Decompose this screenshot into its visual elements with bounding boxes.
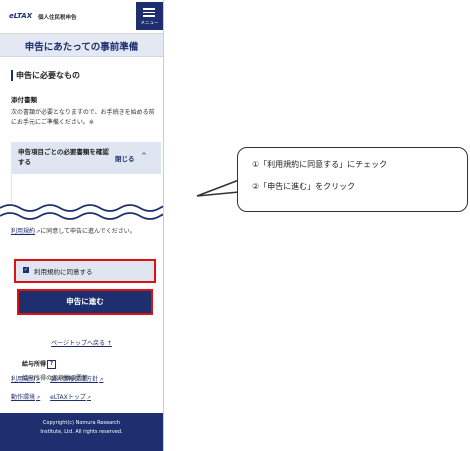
copyright-footer: Copyright(c) Nomura Research Institute, … — [0, 413, 163, 451]
top-header: eLTAX 個人住民税申告 メニュー — [0, 0, 163, 34]
section-heading: 申告に必要なもの — [11, 70, 80, 81]
mobile-screen: eLTAX 個人住民税申告 メニュー 申告にあたっての事前準備 申告に必要なもの… — [0, 0, 163, 451]
agree-checkbox-row[interactable]: ✓ 利用規約に同意する — [14, 259, 156, 283]
arrow-up-icon: ↑ — [106, 340, 112, 347]
required-docs-accordion[interactable]: 申告項目ごとの必要書類を確認する 閉じる ^ — [11, 142, 161, 174]
agreement-text: 利用規約↗に同意して申告に進んでください。 — [11, 228, 136, 235]
eltax-logo[interactable]: eLTAX — [9, 12, 32, 20]
proceed-button[interactable]: 申告に進む — [17, 289, 153, 315]
site-subtitle: 個人住民税申告 — [38, 15, 77, 21]
accordion-close-button[interactable]: 閉じる — [115, 153, 135, 163]
external-link-icon: ↗ — [36, 395, 41, 401]
callout-step-1: ①「利用規約に同意する」にチェック — [252, 160, 388, 169]
footer-link-environment[interactable]: 動作環境↗ — [11, 394, 40, 401]
menu-button[interactable]: メニュー — [136, 2, 163, 30]
checkbox[interactable]: ✓ — [23, 267, 29, 273]
page-title-band: 申告にあたっての事前準備 — [0, 34, 163, 57]
footer-link-eltax-top[interactable]: eLTAXトップ↗ — [50, 394, 91, 401]
accordion-title: 申告項目ごとの必要書類を確認する — [18, 148, 109, 166]
callout-step-2: ②「申告に進む」をクリック — [252, 182, 356, 191]
attachments-label: 添付書類 — [11, 96, 37, 104]
external-link-icon: ↗ — [36, 377, 41, 383]
callout-tail — [196, 179, 240, 197]
page-title: 申告にあたっての事前準備 — [24, 42, 139, 53]
hamburger-icon — [143, 8, 155, 17]
copyright-line-1: Copyright(c) Nomura Research — [42, 420, 121, 426]
footer-link-privacy[interactable]: 個人情報保護方針↗ — [50, 376, 103, 383]
cut-wave-divider — [0, 204, 163, 220]
chevron-up-icon[interactable]: ^ — [141, 152, 147, 160]
menu-label: メニュー — [140, 21, 159, 26]
help-icon[interactable]: ? — [47, 360, 57, 369]
external-link-icon: ↗ — [99, 377, 104, 383]
footer-link-terms[interactable]: 利用規約↗ — [11, 376, 40, 383]
list-item: 給与所得? — [22, 359, 57, 369]
instruction-callout: ①「利用規約に同意する」にチェック ②「申告に進む」をクリック — [237, 147, 468, 212]
terms-link[interactable]: 利用規約 — [11, 228, 35, 235]
checkbox-label[interactable]: 利用規約に同意する — [34, 266, 93, 276]
screen-edge — [163, 0, 164, 451]
page-top-link[interactable]: ページトップへ戻る ↑ — [0, 338, 163, 347]
copyright-line-2: Institute, Ltd. All rights reserved. — [40, 429, 123, 435]
attachments-text: 次の書類が必要となりますので、お手続きを始める前にお手元にご準備ください。※ — [11, 109, 155, 126]
external-link-icon: ↗ — [86, 395, 91, 401]
